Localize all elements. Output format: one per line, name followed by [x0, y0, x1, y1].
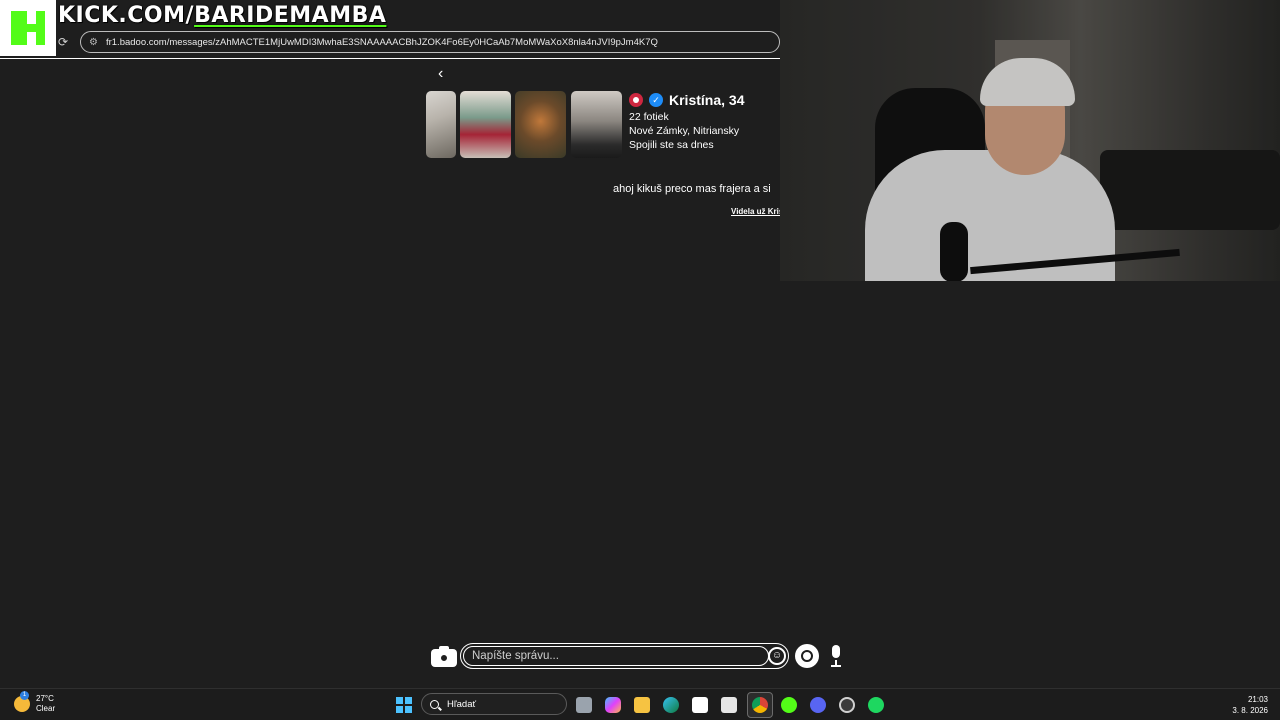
clock-date: 3. 8. 2026: [1232, 706, 1268, 715]
mic-capsule: [832, 645, 840, 658]
weather-sun-icon: [14, 691, 30, 712]
clock-time: 21:03: [1247, 695, 1268, 704]
file-explorer-icon[interactable]: [634, 697, 650, 713]
taskbar-search-label: Hľadať: [447, 698, 477, 710]
task-view-icon[interactable]: [576, 697, 592, 713]
store-icon[interactable]: [692, 697, 708, 713]
chrome-icon[interactable]: [752, 697, 768, 713]
camera-icon[interactable]: [431, 645, 457, 667]
weather-text: 27°C Clear: [36, 694, 55, 714]
weather-temp: 27°C: [36, 694, 54, 703]
profile-name[interactable]: Kristína, 34: [669, 92, 744, 108]
emoji-icon[interactable]: ☺: [768, 647, 786, 665]
browser-divider: [0, 58, 780, 59]
address-bar[interactable]: ⚙ fr1.badoo.com/messages/zAhMACTE1MjUwMD…: [80, 31, 780, 53]
taskbar-search[interactable]: Hľadať: [421, 693, 567, 715]
profile-matched-status: Spojili ste sa dnes: [629, 139, 714, 151]
badoo-badge-icon: [629, 93, 643, 107]
weather-desc: Clear: [36, 704, 56, 713]
chat-message: ahoj kikuš preco mas frajera a si: [613, 183, 771, 195]
gif-sticker-icon[interactable]: [795, 644, 819, 668]
spotify-icon[interactable]: [868, 697, 884, 713]
edge-icon[interactable]: [663, 697, 679, 713]
reload-icon[interactable]: ⟳: [58, 36, 70, 48]
verified-check-icon: ✓: [649, 93, 663, 107]
discord-icon[interactable]: [810, 697, 826, 713]
site-info-icon[interactable]: ⚙: [89, 37, 98, 48]
outlook-icon[interactable]: [721, 697, 737, 713]
search-icon: [430, 699, 439, 709]
camera-lens: [439, 653, 449, 663]
copilot-icon[interactable]: [605, 697, 621, 713]
back-chevron-icon[interactable]: ‹: [438, 66, 454, 82]
obs-icon[interactable]: [839, 697, 855, 713]
profile-info: ✓ Kristína, 34 22 fotiek Nové Zámky, Nit…: [629, 92, 744, 152]
system-clock[interactable]: 21:03 3. 8. 2026: [1232, 694, 1268, 716]
kick-icon[interactable]: [781, 697, 797, 713]
webcam-shade: [780, 0, 1280, 281]
profile-photo[interactable]: [571, 91, 622, 158]
profile-photo[interactable]: [460, 91, 511, 158]
profile-photo[interactable]: [426, 91, 456, 158]
message-input[interactable]: [463, 646, 769, 666]
address-url: fr1.badoo.com/messages/zAhMACTE1MjUwMDI3…: [105, 36, 658, 48]
mic-base: [831, 665, 841, 667]
windows-start-icon[interactable]: [396, 697, 412, 713]
windows-taskbar: 27°C Clear Hľadať 21:03 3. 8. 2026: [0, 688, 1280, 720]
overlay-handle: BARIDEMAMBA: [194, 3, 387, 28]
message-composer: ☺: [460, 643, 789, 669]
weather-widget[interactable]: 27°C Clear: [14, 691, 55, 714]
overlay-site: KICK.COM/: [58, 3, 195, 28]
gif-sticker-glyph: [801, 650, 813, 662]
stream-url-overlay: KICK.COM/BARIDEMAMBA: [58, 2, 386, 30]
kick-logo-mark: [11, 11, 45, 45]
seen-status: Videla už Kristína: [731, 207, 780, 216]
webcam-feed: [780, 0, 1280, 281]
microphone-icon[interactable]: [829, 645, 843, 667]
profile-location: Nové Zámky, Nitriansky: [629, 125, 740, 137]
profile-photos-count: 22 fotiek: [629, 111, 669, 123]
profile-photo[interactable]: [515, 91, 566, 158]
kick-logo: [0, 0, 56, 56]
profile-name-row: ✓ Kristína, 34: [629, 92, 744, 108]
